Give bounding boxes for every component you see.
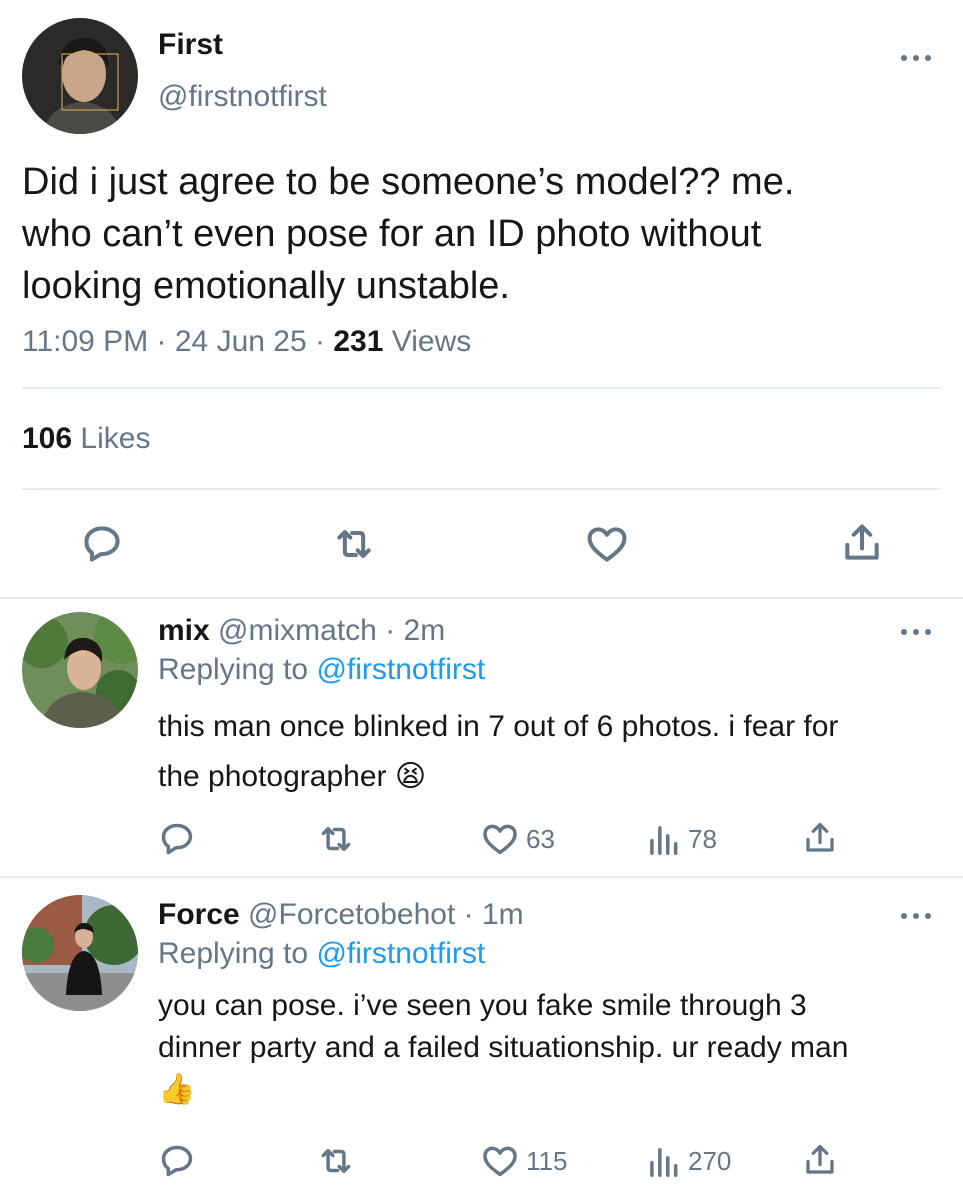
- reply-icon[interactable]: [158, 820, 196, 858]
- avatar-force[interactable]: [22, 895, 138, 1011]
- divider: [0, 597, 963, 599]
- views-label[interactable]: Views: [392, 325, 471, 358]
- divider: [22, 387, 941, 389]
- reply-header: Force @Forcetobehot · 1m: [158, 898, 524, 932]
- reply-text-line: 👍: [158, 1073, 196, 1106]
- avatar-first[interactable]: [22, 18, 138, 134]
- views-count: 78: [688, 824, 717, 854]
- views-count: 270: [688, 1146, 732, 1176]
- retweet-icon[interactable]: [330, 522, 378, 566]
- replying-label: Replying to: [158, 653, 309, 686]
- main-tweet-time[interactable]: 11:09 PM: [22, 325, 148, 358]
- meta-separator: ·: [156, 325, 167, 358]
- views-icon[interactable]: [646, 1142, 680, 1180]
- replying-to: Replying to @firstnotfirst: [158, 937, 485, 971]
- reply-display-name[interactable]: mix: [158, 614, 210, 647]
- reply-text-line: dinner party and a failed situationship.…: [158, 1031, 849, 1064]
- reply-header: mix @mixmatch · 2m: [158, 614, 445, 648]
- main-tweet-date[interactable]: 24 Jun 25: [175, 325, 307, 358]
- retweet-icon[interactable]: [315, 820, 357, 858]
- more-icon[interactable]: [901, 52, 931, 64]
- main-tweet-line: looking emotionally unstable.: [22, 265, 510, 307]
- reply-time[interactable]: · 2m: [385, 614, 445, 647]
- reply-time[interactable]: · 1m: [464, 898, 524, 931]
- reply-text-line: this man once blinked in 7 out of 6 phot…: [158, 710, 839, 743]
- reply-text: you can pose. i’ve seen you fake smile t…: [158, 985, 848, 1111]
- replying-label: Replying to: [158, 937, 309, 970]
- like-count: 115: [526, 1146, 568, 1176]
- avatar-mix[interactable]: [22, 612, 138, 728]
- more-icon[interactable]: [901, 910, 931, 922]
- replying-to-link[interactable]: @firstnotfirst: [316, 653, 485, 686]
- main-handle[interactable]: @firstnotfirst: [158, 80, 327, 114]
- reply-handle[interactable]: @mixmatch: [218, 614, 377, 647]
- main-tweet-line: who can’t even pose for an ID photo with…: [22, 213, 762, 255]
- like-icon[interactable]: [584, 522, 630, 566]
- reply-text-line: you can pose. i’ve seen you fake smile t…: [158, 989, 807, 1022]
- share-icon[interactable]: [802, 1140, 838, 1180]
- divider: [0, 876, 963, 878]
- reply-text-line: the photographer 😫: [158, 760, 427, 793]
- like-icon[interactable]: [480, 820, 520, 858]
- reply-handle[interactable]: @Forcetobehot: [248, 898, 455, 931]
- likes-label: Likes: [80, 422, 151, 455]
- share-icon[interactable]: [802, 818, 838, 858]
- main-tweet-text: Did i just agree to be someone’s model??…: [22, 156, 794, 312]
- replying-to: Replying to @firstnotfirst: [158, 653, 485, 687]
- divider: [22, 488, 941, 490]
- like-count: 63: [526, 824, 555, 854]
- reply-icon[interactable]: [158, 1142, 196, 1180]
- main-tweet-line: Did i just agree to be someone’s model??…: [22, 161, 795, 203]
- likes-count: 106: [22, 422, 73, 455]
- reply-text: this man once blinked in 7 out of 6 phot…: [158, 702, 838, 802]
- views-icon[interactable]: [646, 820, 680, 858]
- more-icon[interactable]: [901, 626, 931, 638]
- reply-display-name[interactable]: Force: [158, 898, 240, 931]
- meta-separator: ·: [315, 325, 325, 358]
- replying-to-link[interactable]: @firstnotfirst: [316, 937, 485, 970]
- share-icon[interactable]: [840, 520, 884, 566]
- retweet-icon[interactable]: [315, 1142, 357, 1180]
- likes-stat[interactable]: 106 Likes: [22, 422, 150, 456]
- main-display-name[interactable]: First: [158, 28, 223, 62]
- reply-icon[interactable]: [80, 522, 124, 566]
- like-icon[interactable]: [480, 1142, 520, 1180]
- main-tweet-meta: 11:09 PM · 24 Jun 25 · 231 Views: [22, 325, 471, 359]
- views-count[interactable]: 231: [333, 325, 383, 358]
